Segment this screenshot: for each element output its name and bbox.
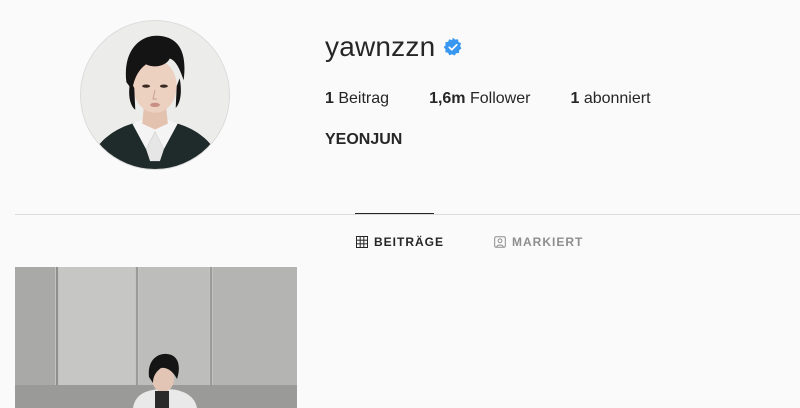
profile-avatar[interactable]	[80, 20, 230, 170]
followers-label: Follower	[469, 90, 531, 107]
posts-label: Beitrag	[338, 90, 390, 107]
username: yawnzzn	[325, 31, 436, 62]
verified-badge-icon	[443, 37, 463, 57]
tab-tagged[interactable]: MARKIERT	[494, 233, 583, 251]
posts-stat: 1 Beitrag	[325, 90, 389, 108]
tagged-icon	[494, 236, 506, 248]
following-stat[interactable]: 1 abonniert	[570, 90, 650, 108]
grid-icon	[356, 236, 368, 248]
tab-posts[interactable]: BEITRÄGE	[356, 233, 444, 251]
followers-stat[interactable]: 1,6m Follower	[429, 90, 530, 108]
post-photo	[15, 267, 297, 408]
tab-posts-label: BEITRÄGE	[374, 235, 445, 249]
followers-count: 1,6m	[429, 90, 466, 107]
tab-tagged-label: MARKIERT	[512, 235, 584, 249]
post-thumbnail[interactable]	[15, 267, 297, 408]
following-count: 1	[570, 90, 580, 107]
following-label: abonniert	[583, 90, 651, 107]
profile-tabs: BEITRÄGE MARKIERT	[0, 233, 800, 251]
posts-count: 1	[325, 90, 334, 107]
profile-page: yawnzzn 1 Beitrag 1,6m Follower 1 abonni…	[0, 0, 800, 408]
tabs-divider	[15, 214, 800, 215]
active-tab-indicator	[355, 213, 434, 214]
avatar-photo	[81, 21, 229, 169]
full-name: YEONJUN	[325, 131, 403, 148]
profile-stats: 1 Beitrag 1,6m Follower 1 abonniert	[325, 89, 691, 109]
username-row: yawnzzn	[325, 30, 463, 64]
